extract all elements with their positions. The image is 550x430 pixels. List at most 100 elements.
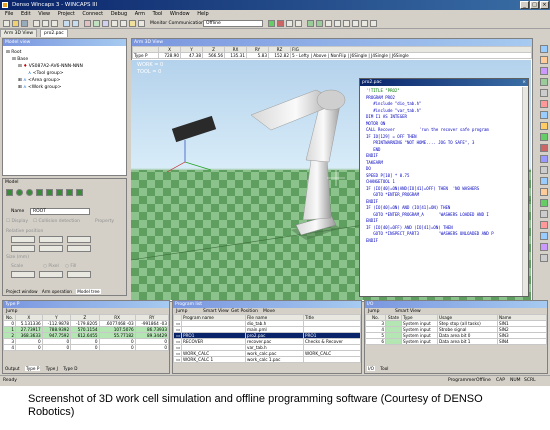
tool-icon[interactable] <box>540 210 548 218</box>
tool-icon[interactable] <box>540 100 548 108</box>
code-editor-window[interactable]: pro2.pac × '!TITLE "PRO2" PROGRAM PRO2 #… <box>359 78 529 297</box>
save-icon[interactable] <box>21 20 28 27</box>
step-over-icon[interactable] <box>325 20 332 27</box>
step-into-icon[interactable] <box>316 20 323 27</box>
tool-icon[interactable] <box>540 221 548 229</box>
rel-ry-field[interactable] <box>39 245 63 252</box>
redo-icon[interactable] <box>72 20 79 27</box>
tool-icon[interactable] <box>540 243 548 251</box>
tab-pro2-pac[interactable]: pro2.pac <box>40 29 68 37</box>
menu-window[interactable]: Window <box>170 11 190 17</box>
monitor-communication-select[interactable]: Offline <box>203 20 263 27</box>
variables-icon[interactable] <box>352 20 359 27</box>
play-icon[interactable] <box>307 20 314 27</box>
tool-icon[interactable] <box>540 188 548 196</box>
menu-edit[interactable]: Edit <box>21 11 31 17</box>
tool-icon[interactable] <box>540 199 548 207</box>
menu-tool[interactable]: Tool <box>153 11 163 17</box>
table-row[interactable]: ▭ RECOVER recover.pac Checks & Recover <box>173 338 361 345</box>
stop-icon[interactable] <box>277 20 284 27</box>
property-button[interactable]: Property <box>95 218 114 225</box>
tree-node-base[interactable]: ⊟ Base <box>6 56 83 63</box>
tool-icon[interactable] <box>540 133 548 141</box>
tool-icon[interactable] <box>540 89 548 97</box>
tab-tool[interactable]: Tool <box>380 366 388 371</box>
tree-node-tool-group[interactable]: ⋏ <Tool group> <box>6 70 83 77</box>
new-icon[interactable] <box>3 20 10 27</box>
scale-y-field[interactable] <box>39 271 63 278</box>
close-icon[interactable]: × <box>522 79 526 86</box>
undo-icon[interactable] <box>63 20 70 27</box>
paste-icon[interactable] <box>51 20 58 27</box>
tool-icon[interactable] <box>540 177 548 185</box>
tab-io[interactable]: I/O <box>367 366 375 371</box>
code-text[interactable]: '!TITLE "PRO2" PROGRAM PRO2 #include "di… <box>360 88 522 296</box>
build-icon[interactable] <box>93 20 100 27</box>
shape-import-icon[interactable] <box>56 189 63 196</box>
tree-node-robot[interactable]: ⊟ ♦ VS087A2-AV6-NNN-NNN <box>6 63 83 70</box>
table-row[interactable]: Type P 728.90 47.38 566.56 135.31 5.83 1… <box>132 52 532 59</box>
tree-node-work-group[interactable]: ⊞ ⋏ <Work group> <box>6 84 83 91</box>
breakpoint-icon[interactable] <box>334 20 341 27</box>
tool-icon[interactable] <box>540 78 548 86</box>
tool-icon[interactable] <box>540 67 548 75</box>
tree-node-root[interactable]: ⊟ Root <box>6 49 83 56</box>
tool-icon[interactable] <box>540 155 548 163</box>
fill-radio[interactable]: ○ Fill <box>65 263 76 270</box>
shape-plane-icon[interactable] <box>46 189 53 196</box>
open-icon[interactable] <box>12 20 19 27</box>
close-button[interactable]: × <box>540 1 549 9</box>
compile-icon[interactable] <box>129 20 136 27</box>
table-row[interactable]: 400000 <box>3 344 170 351</box>
shape-box-icon[interactable] <box>6 189 13 196</box>
table-row[interactable]: 0 5.131336 -112.9878 -179.8205.6077468 -03-… <box>3 320 170 327</box>
tool-icon[interactable] <box>540 56 548 64</box>
menu-help[interactable]: Help <box>197 11 208 17</box>
menu-arm[interactable]: Arm <box>135 11 145 17</box>
rel-y-field[interactable] <box>39 236 63 243</box>
tab-output[interactable]: Output <box>5 366 20 371</box>
tree-node-area-group[interactable]: ⊞ ⋏ <Area group> <box>6 77 83 84</box>
menu-debug[interactable]: Debug <box>111 11 127 17</box>
disconnect-icon[interactable] <box>120 20 127 27</box>
shape-cylinder-icon[interactable] <box>16 189 23 196</box>
table-row[interactable]: ▭ WORK_CALC 1 work_calc 1.pac <box>173 356 361 363</box>
help-icon[interactable] <box>138 20 145 27</box>
menu-project[interactable]: Project <box>58 11 75 17</box>
copy-icon[interactable] <box>42 20 49 27</box>
table-row[interactable]: 6 System input Data area bit 1 SIN4 <box>365 338 547 345</box>
tool-icon[interactable] <box>540 166 548 174</box>
tool-icon[interactable] <box>540 111 548 119</box>
tab-type-p[interactable]: Type P <box>24 366 41 371</box>
rel-x-field[interactable] <box>11 236 35 243</box>
collision-checkbox[interactable]: ☐ Collision detection <box>33 218 80 225</box>
rel-rz-field[interactable] <box>67 245 91 252</box>
tab-arm-operation[interactable]: Arm operation <box>42 289 72 294</box>
menu-file[interactable]: File <box>5 11 13 17</box>
tab-model-tree[interactable]: Model tree <box>76 289 101 294</box>
name-field[interactable]: ROOT <box>30 208 90 215</box>
cut-icon[interactable] <box>33 20 40 27</box>
tab-project-window[interactable]: Project window <box>6 289 38 294</box>
shape-cone-icon[interactable] <box>36 189 43 196</box>
watch-icon[interactable] <box>343 20 350 27</box>
transfer-icon[interactable] <box>102 20 109 27</box>
tab-arm-3d-view[interactable]: Arm 3D View <box>0 29 38 37</box>
tool-icon[interactable] <box>540 45 548 53</box>
tool-icon[interactable] <box>540 232 548 240</box>
rel-rx-field[interactable] <box>11 245 35 252</box>
connect-icon[interactable] <box>111 20 118 27</box>
menu-connect[interactable]: Connect <box>82 11 103 17</box>
scale-x-field[interactable] <box>11 271 35 278</box>
tool-icon[interactable] <box>540 144 548 152</box>
scale-z-field[interactable] <box>67 271 91 278</box>
arm-icon[interactable] <box>361 20 368 27</box>
minimize-button[interactable]: _ <box>520 1 529 9</box>
find-icon[interactable] <box>84 20 91 27</box>
shape-sphere-icon[interactable] <box>26 189 33 196</box>
run-icon[interactable] <box>268 20 275 27</box>
pause-icon[interactable] <box>286 20 293 27</box>
code-scrollbar[interactable] <box>522 87 528 296</box>
tool-icon[interactable] <box>540 254 548 262</box>
display-checkbox[interactable]: ☐ Display <box>6 218 28 225</box>
